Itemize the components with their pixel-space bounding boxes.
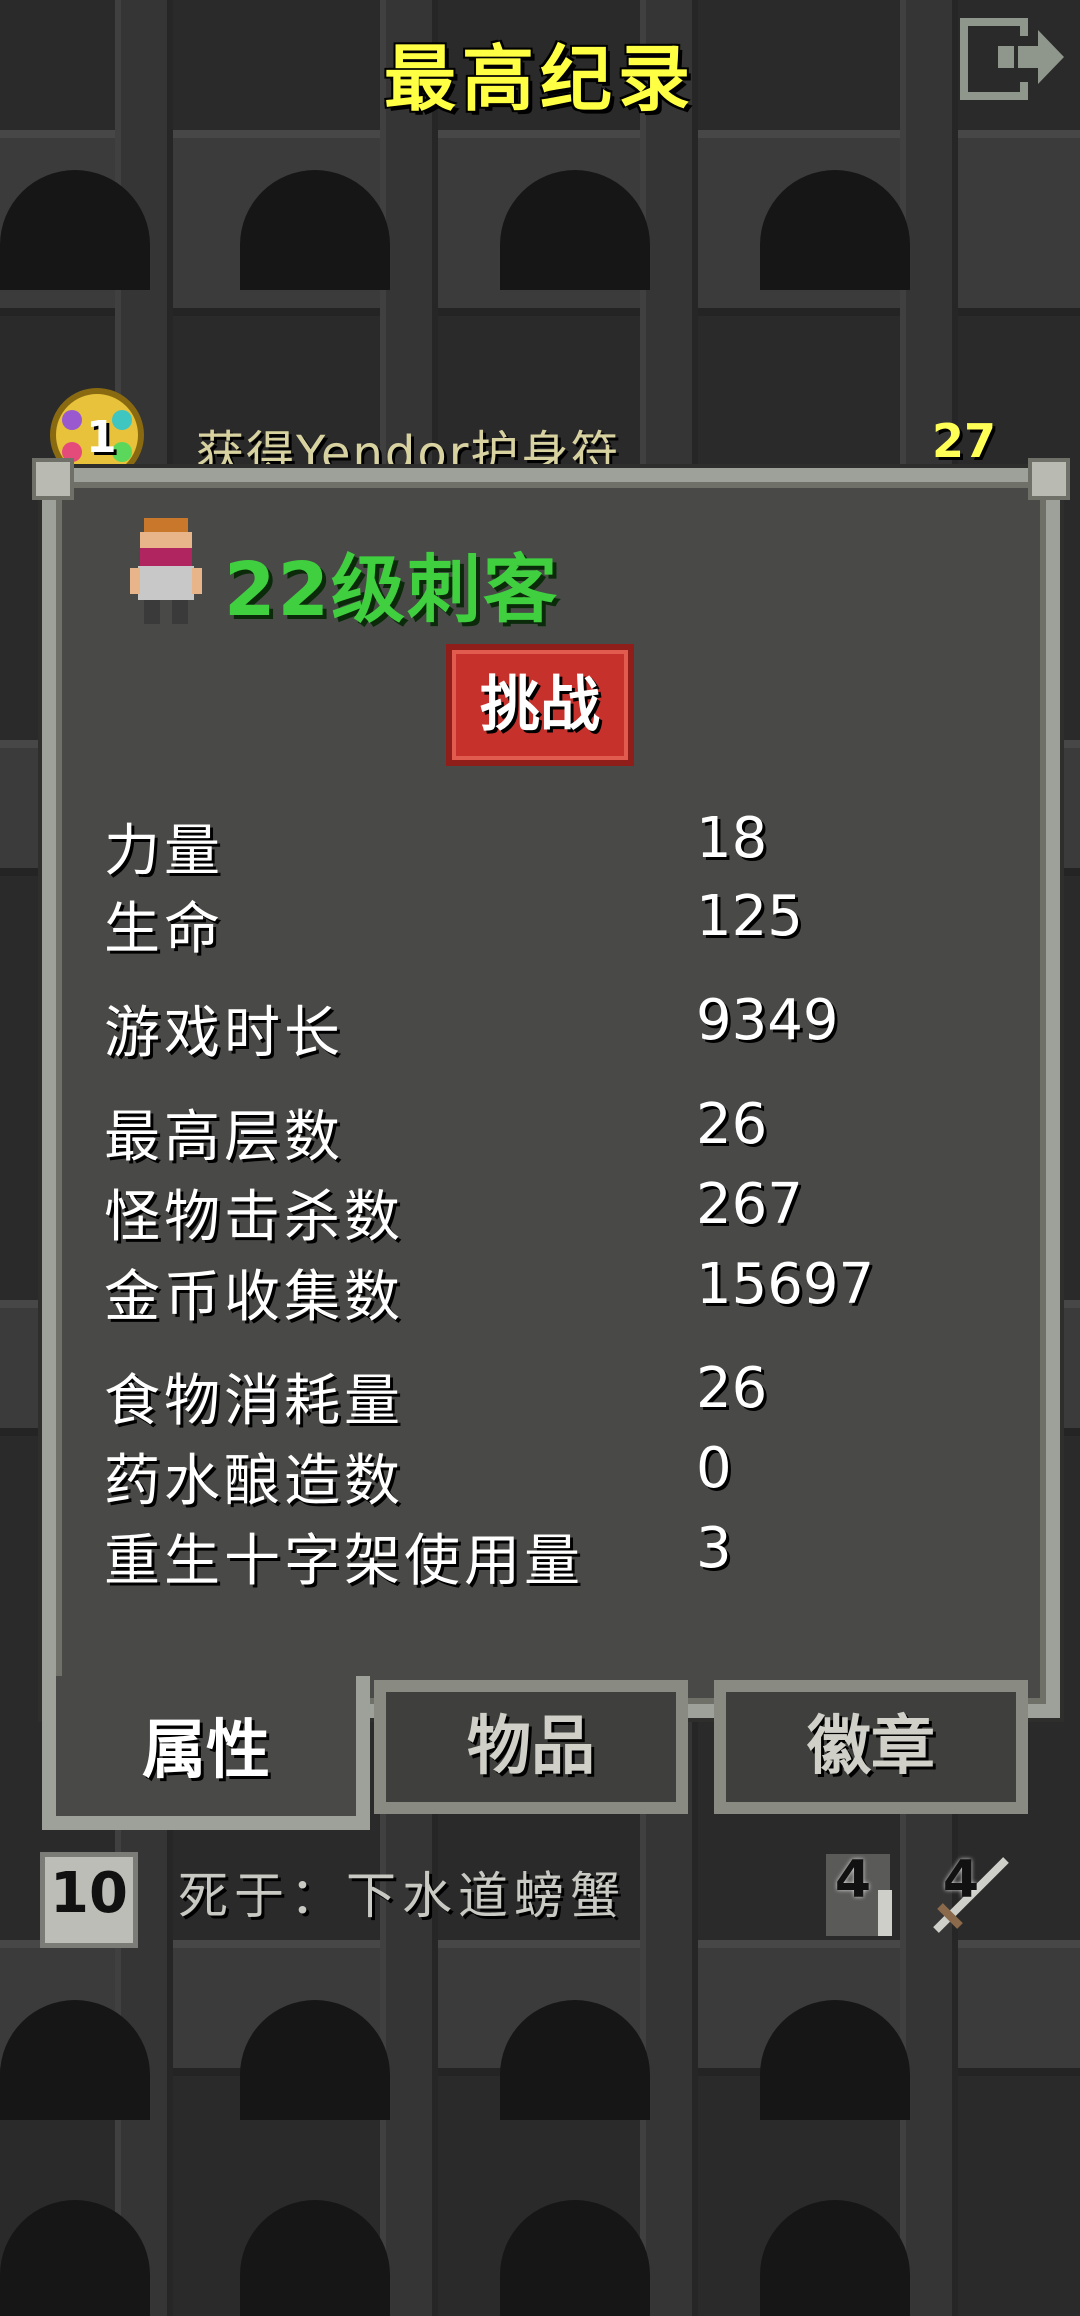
- stat-row-max-depth: 最高层数 26: [104, 1092, 1004, 1170]
- rogue-hero-icon: [116, 512, 216, 632]
- stat-value: 15697: [696, 1252, 875, 1317]
- stat-label: 生命: [104, 897, 224, 962]
- stat-label: 食物消耗量: [104, 1369, 404, 1434]
- death-cause: 死于：下水道螃蟹: [178, 1867, 626, 1925]
- tab-badges[interactable]: 徽章: [714, 1680, 1028, 1814]
- victory-record-row: 1 获得Yendor护身符 27: [36, 380, 1046, 482]
- stat-value: 0: [696, 1436, 732, 1501]
- challenge-button[interactable]: 挑战: [446, 644, 634, 766]
- depth-number: 10: [50, 1861, 128, 1926]
- stat-value: 3: [696, 1516, 732, 1581]
- exit-icon[interactable]: [958, 16, 1068, 102]
- page-title: 最高纪录: [383, 37, 696, 121]
- stat-label: 药水酿造数: [104, 1449, 404, 1514]
- victory-number: 27: [931, 414, 996, 468]
- stat-row-food-eaten: 食物消耗量 26: [104, 1356, 1004, 1434]
- stat-value: 9349: [696, 988, 839, 1053]
- stat-row-play-time: 游戏时长 9349: [104, 988, 1004, 1066]
- stat-label: 力量: [104, 819, 224, 884]
- record-panel: 22级刺客 挑战 力量 18 生命 125 游戏时长 9349 最高层数 26 …: [32, 458, 1070, 1718]
- tab-items[interactable]: 物品: [374, 1680, 688, 1814]
- stat-row-ankhs-used: 重生十字架使用量 3: [104, 1516, 1004, 1594]
- stat-value: 18: [696, 806, 768, 871]
- stat-number-a: 4: [834, 1850, 872, 1910]
- stat-row-monsters-killed: 怪物击杀数 267: [104, 1172, 1004, 1250]
- stat-row-strength: 力量 18: [104, 806, 1004, 884]
- stat-label: 最高层数: [104, 1105, 344, 1170]
- stat-row-gold-collected: 金币收集数 15697: [104, 1252, 1004, 1330]
- stat-label: 金币收集数: [104, 1265, 404, 1330]
- ladder-icon: 4: [818, 1850, 898, 1940]
- stat-number-b: 4: [942, 1850, 980, 1910]
- depth-icon: 10: [40, 1852, 138, 1948]
- tab-attributes[interactable]: 属性: [42, 1676, 370, 1830]
- stat-value: 26: [696, 1356, 768, 1421]
- panel-corner: [1028, 458, 1070, 500]
- stat-row-health: 生命 125: [104, 884, 1004, 962]
- stat-label: 游戏时长: [104, 1001, 344, 1066]
- stat-label: 重生十字架使用量: [104, 1529, 584, 1594]
- hero-title: 22级刺客: [224, 547, 559, 633]
- sword-icon: 4: [926, 1850, 1009, 1940]
- amulet-count: 1: [86, 412, 117, 463]
- death-record-row: 10 死于：下水道螃蟹 4 4: [40, 1840, 1040, 1948]
- stat-row-potions-brewed: 药水酿造数 0: [104, 1436, 1004, 1514]
- panel-corner: [32, 458, 74, 500]
- stat-label: 怪物击杀数: [104, 1185, 404, 1250]
- stat-value: 26: [696, 1092, 768, 1157]
- stat-value: 125: [696, 884, 803, 949]
- stat-value: 267: [696, 1172, 803, 1237]
